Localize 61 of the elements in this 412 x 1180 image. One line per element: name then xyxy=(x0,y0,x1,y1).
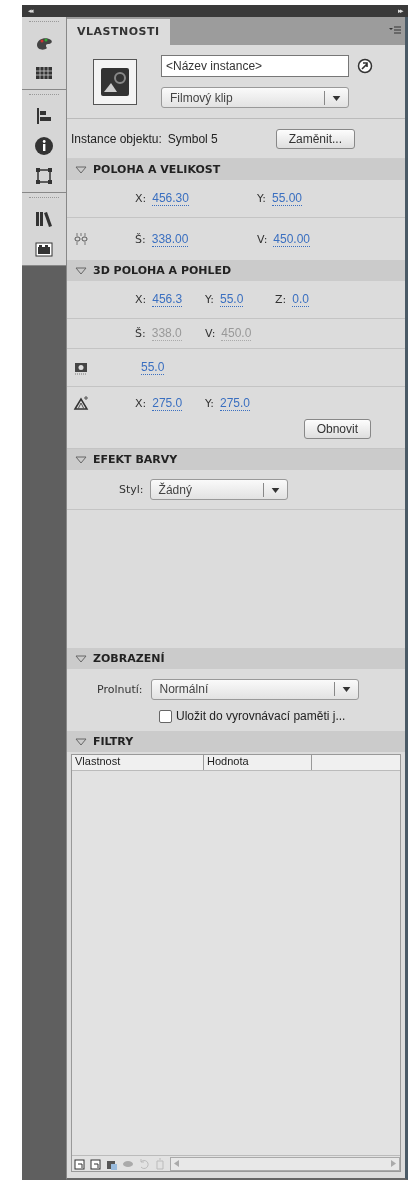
blend-dropdown[interactable]: Normální xyxy=(150,678,359,700)
value-field[interactable]: 456.3 xyxy=(152,292,183,307)
symbol-name: Symbol 5 xyxy=(167,131,218,146)
disclosure-triangle-icon[interactable] xyxy=(75,737,87,746)
library-icon[interactable] xyxy=(34,209,54,229)
field-label: Prolnutí: xyxy=(97,682,143,696)
value-field[interactable]: 55.0 xyxy=(141,360,165,375)
field-label: Š: xyxy=(135,327,146,340)
disclosure-triangle-icon[interactable] xyxy=(75,654,87,663)
field-label: Š: xyxy=(135,232,146,246)
value-field: 450.0 xyxy=(221,326,252,341)
reset-button[interactable]: Obnovit xyxy=(303,419,371,439)
field-label: Z: xyxy=(275,293,287,306)
value-field[interactable]: 456.30 xyxy=(152,191,189,206)
symbol-type-dropdown[interactable]: Filmový klip xyxy=(161,87,349,108)
value-field[interactable]: 55.0 xyxy=(219,292,244,307)
value-field: 338.0 xyxy=(151,326,182,341)
horizontal-scrollbar[interactable] xyxy=(170,1156,400,1171)
link-icon[interactable] xyxy=(73,231,89,247)
panel-tab[interactable]: VLASTNOSTI xyxy=(67,19,170,45)
disclosure-triangle-icon[interactable] xyxy=(75,266,87,275)
value-field[interactable]: 55.00 xyxy=(271,191,302,206)
style-dropdown[interactable]: Žádný xyxy=(149,479,288,500)
value-field[interactable]: 275.0 xyxy=(152,395,183,411)
add-filter-icon[interactable] xyxy=(74,1157,86,1170)
cache-checkbox[interactable]: Uložit do vyrovnávací paměti j... xyxy=(159,709,346,723)
value-field[interactable]: 338.00 xyxy=(151,231,189,247)
scroll-right-icon[interactable] xyxy=(391,1160,396,1167)
field-label: Y: xyxy=(257,192,266,205)
transform-icon[interactable] xyxy=(34,166,54,186)
field-label: Styl: xyxy=(119,483,144,496)
vanishing-point-icon xyxy=(73,395,89,411)
section-header[interactable]: ZOBRAZENÍ xyxy=(67,648,405,669)
copy-icon[interactable] xyxy=(90,1157,102,1170)
movie-clip-symbol-icon xyxy=(93,58,137,105)
instance-label: Instance objektu: xyxy=(71,131,162,146)
disclosure-triangle-icon[interactable] xyxy=(75,165,87,174)
field-label: Y: xyxy=(205,396,214,410)
section-header[interactable]: 3D POLOHA A POHLED xyxy=(67,260,405,281)
align-icon[interactable] xyxy=(34,106,54,126)
section-header[interactable]: EFEKT BARVY xyxy=(67,449,405,470)
value-field[interactable]: 275.0 xyxy=(219,395,250,411)
disclosure-triangle-icon[interactable] xyxy=(75,455,87,464)
section-header[interactable]: POLOHA A VELIKOST xyxy=(67,159,405,180)
field-label: V: xyxy=(257,232,268,246)
value-field[interactable]: 450.00 xyxy=(273,231,311,247)
field-label: X: xyxy=(135,396,147,410)
value-field[interactable]: 0.0 xyxy=(292,292,309,307)
menu-icon[interactable] xyxy=(389,25,401,35)
instance-name-field[interactable]: <Název instance> xyxy=(161,55,349,77)
section-header[interactable]: FILTRY xyxy=(67,731,405,752)
field-label: X: xyxy=(135,192,147,205)
column-header[interactable]: Hodnota xyxy=(204,755,312,770)
arrow-circle-icon[interactable] xyxy=(357,58,373,74)
info-icon[interactable] xyxy=(34,136,54,156)
field-label: V: xyxy=(205,327,216,340)
swap-button[interactable]: Zaměnit... xyxy=(275,128,355,149)
scroll-left-icon[interactable] xyxy=(174,1160,179,1167)
column-header[interactable]: Vlastnost xyxy=(72,755,204,770)
field-label: Y: xyxy=(205,293,214,306)
field-label: X: xyxy=(135,293,147,306)
